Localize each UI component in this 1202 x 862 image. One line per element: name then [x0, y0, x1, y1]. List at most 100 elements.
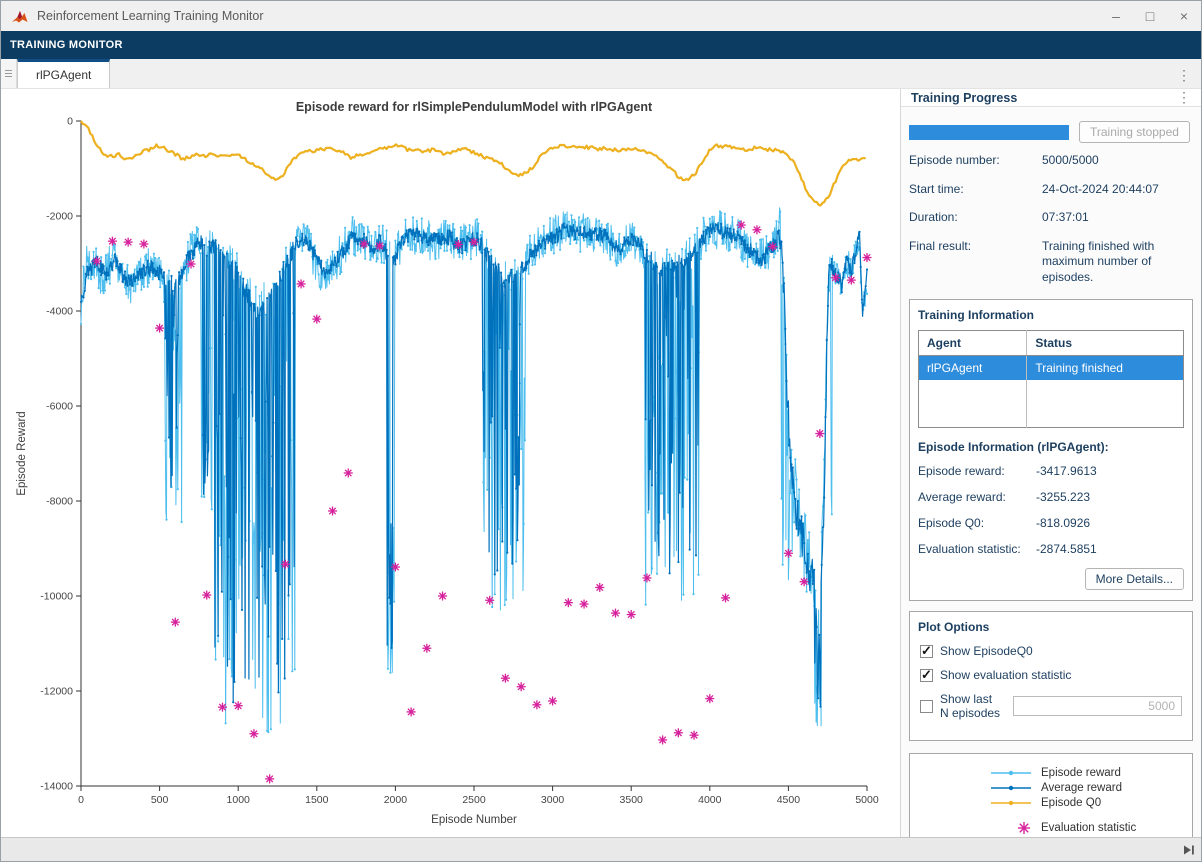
svg-text:4000: 4000: [698, 794, 722, 806]
legend-line-sample: [991, 798, 1031, 808]
field-value: 24-Oct-2024 20:44:07: [1042, 182, 1193, 198]
evaluation-statistic-marker: [690, 731, 699, 740]
legend-item: Episode reward: [916, 767, 1186, 779]
evaluation-statistic-marker: [470, 238, 479, 247]
plot-option-row: Show EpisodeQ0: [920, 644, 1182, 658]
plot-option-row: Show evaluation statistic: [920, 668, 1182, 682]
evaluation-statistic-marker: [705, 694, 714, 703]
evaluation-statistic-marker: [139, 240, 148, 249]
tab-rlpgagent[interactable]: rlPGAgent: [17, 59, 110, 88]
evaluation-statistic-marker: [564, 598, 573, 607]
evaluation-statistic-marker: [737, 221, 746, 230]
evaluation-statistic-marker: [517, 682, 526, 691]
evaluation-statistic-marker: [485, 596, 494, 605]
title-bar: Reinforcement Learning Training Monitor …: [1, 1, 1201, 31]
svg-text:3000: 3000: [541, 794, 565, 806]
checkbox[interactable]: [920, 645, 933, 658]
evaluation-statistic-marker: [438, 592, 447, 601]
progress-fields: Episode number: 5000/5000Start time: 24-…: [909, 153, 1193, 286]
svg-text:Episode Reward: Episode Reward: [16, 411, 28, 495]
evaluation-statistic-marker: [297, 279, 306, 288]
svg-text:Episode Number: Episode Number: [431, 814, 517, 826]
checkbox-label: Show EpisodeQ0: [940, 644, 1033, 658]
svg-text:-10000: -10000: [40, 591, 73, 603]
svg-text:3500: 3500: [620, 794, 644, 806]
tab-overflow-icon[interactable]: ⋮: [1177, 67, 1201, 88]
document-tab-bar: rlPGAgent ⋮: [1, 59, 1201, 89]
training-progress-panel: Training Progress ⋮ Training stopped Epi…: [901, 89, 1201, 837]
evaluation-statistic-marker: [92, 257, 101, 266]
close-button[interactable]: ×: [1167, 1, 1201, 31]
field-label: Final result:: [909, 239, 1042, 286]
evaluation-statistic-marker: [658, 735, 667, 744]
evaluation-statistic-marker: [831, 273, 840, 282]
evaluation-statistic-marker: [124, 238, 133, 247]
field-value: 5000/5000: [1042, 153, 1193, 169]
toolstrip: TRAINING MONITOR: [1, 31, 1201, 59]
checkbox-label: Show last N episodes: [940, 692, 1001, 720]
maximize-button[interactable]: □: [1133, 1, 1167, 31]
evaluation-statistic-marker: [627, 610, 636, 619]
evaluation-statistic-marker: [863, 253, 872, 262]
table-empty-area: [919, 380, 1184, 428]
svg-text:-4000: -4000: [46, 306, 73, 318]
svg-text:1500: 1500: [305, 794, 329, 806]
agents-table[interactable]: AgentStatus rlPGAgentTraining finished: [918, 330, 1184, 429]
evaluation-statistic-marker: [784, 549, 793, 558]
checkbox[interactable]: [920, 700, 933, 713]
svg-text:0: 0: [67, 116, 73, 128]
evaluation-statistic-marker: [202, 591, 211, 600]
episode-field-label: Evaluation statistic:: [918, 542, 1036, 556]
panel-grip-icon[interactable]: [1, 59, 17, 88]
more-details-button[interactable]: More Details...: [1085, 568, 1184, 590]
evaluation-statistic-marker: [281, 560, 290, 569]
evaluation-statistic-marker: [752, 225, 761, 234]
checkbox[interactable]: [920, 669, 933, 682]
table-header: Status: [1027, 330, 1184, 355]
panel-title: Training Progress: [911, 91, 1173, 105]
episode-field-label: Episode reward:: [918, 464, 1036, 478]
field-label: Start time:: [909, 182, 1042, 198]
evaluation-statistic-marker: [611, 609, 620, 618]
evaluation-statistic-marker: [422, 644, 431, 653]
svg-text:-2000: -2000: [46, 211, 73, 223]
agent-row[interactable]: rlPGAgentTraining finished: [919, 355, 1184, 380]
last-n-episodes-input[interactable]: [1013, 696, 1182, 716]
svg-text:2000: 2000: [384, 794, 408, 806]
episode-field-value: -3417.9613: [1036, 464, 1097, 478]
legend-label: Average reward: [1041, 782, 1169, 794]
reward-chart[interactable]: Episode reward for rlSimplePendulumModel…: [1, 89, 900, 839]
expand-panel-icon[interactable]: [1183, 845, 1195, 855]
svg-text:-8000: -8000: [46, 496, 73, 508]
legend-item: Episode Q0: [916, 797, 1186, 809]
evaluation-statistic-marker: [359, 240, 368, 249]
svg-text:1000: 1000: [227, 794, 251, 806]
toolstrip-tab-training-monitor[interactable]: TRAINING MONITOR: [10, 39, 123, 51]
panel-menu-icon[interactable]: ⋮: [1173, 89, 1195, 106]
legend-label: Evaluation statistic: [1041, 822, 1169, 834]
minimize-button[interactable]: –: [1099, 1, 1133, 31]
training-progress-bar: [909, 125, 1069, 140]
episode-field-value: -818.0926: [1036, 516, 1090, 530]
evaluation-statistic-marker: [847, 276, 856, 285]
evaluation-statistic-marker: [218, 703, 227, 712]
evaluation-statistic-marker: [501, 674, 510, 683]
matlab-logo: [11, 8, 29, 25]
svg-text:-6000: -6000: [46, 401, 73, 413]
legend-item: Average reward: [916, 782, 1186, 794]
episode-information-fields: Episode reward: -3417.9613Average reward…: [918, 464, 1184, 556]
evaluation-statistic-marker: [580, 600, 589, 609]
bottom-status-bar: [1, 837, 1201, 861]
legend-line-sample: [991, 768, 1031, 778]
field-value: 07:37:01: [1042, 210, 1193, 226]
evaluation-statistic-marker: [391, 563, 400, 572]
plot-options-section: Plot Options Show EpisodeQ0 Show evaluat…: [909, 611, 1193, 741]
legend-line-sample: [991, 783, 1031, 793]
svg-text:2500: 2500: [462, 794, 486, 806]
chart-legend: Episode reward Average reward Episode Q0…: [909, 753, 1193, 837]
plot-option-row: Show last N episodes: [920, 692, 1182, 720]
legend-asterisk-sample: [1017, 821, 1031, 835]
field-value: Training finished with maximum number of…: [1042, 239, 1193, 286]
training-stopped-button[interactable]: Training stopped: [1079, 121, 1190, 143]
field-label: Duration:: [909, 210, 1042, 226]
